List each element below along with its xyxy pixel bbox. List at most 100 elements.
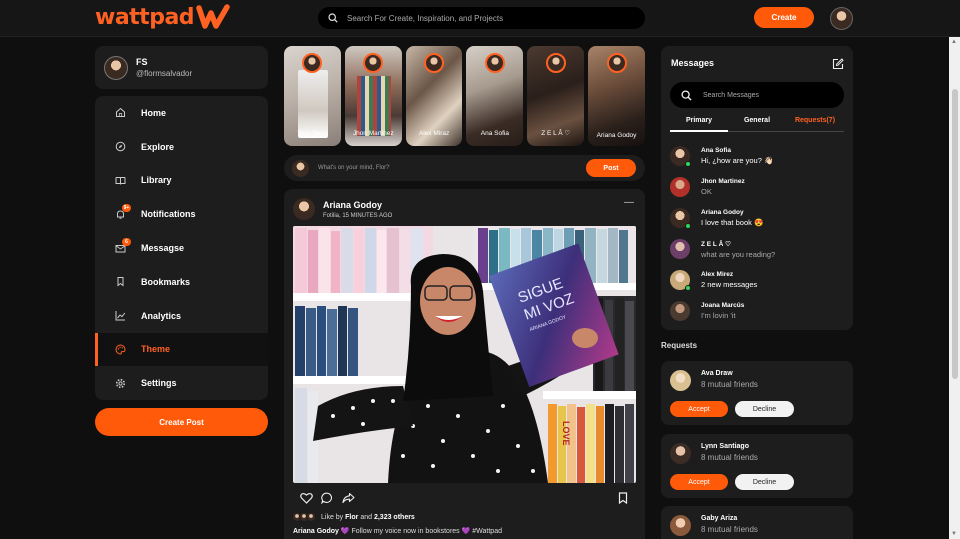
post-button[interactable]: Post — [586, 159, 636, 177]
story-card[interactable]: Ana Sofia — [466, 46, 524, 146]
create-button[interactable]: Create — [754, 7, 814, 28]
wattpad-logo[interactable]: wattpad — [95, 4, 230, 30]
sidebar-item-home[interactable]: Home — [95, 96, 268, 130]
conversation-item[interactable]: Z E L Â ♡ what are you reading? — [670, 235, 844, 263]
conversation-item[interactable]: Alex Mirez 2 new messages — [670, 266, 844, 294]
sidebar-item-settings[interactable]: Settings — [95, 366, 268, 400]
request-card: Ava Draw 8 mutual friends Accept Decline — [661, 361, 853, 425]
conversation-name: Jhon Martinez — [701, 178, 745, 185]
request-card: Lynn Santiago 8 mutual friends Accept De… — [661, 434, 853, 498]
post-author-avatar[interactable] — [293, 198, 315, 220]
conversation-name: Joana Marcûs — [701, 302, 745, 309]
request-avatar[interactable] — [670, 515, 691, 536]
sidebar-nav: Home Explore Library 9+ Notifications 6 … — [95, 96, 268, 400]
conversation-item[interactable]: Ariana Godoy I love that book 😍 — [670, 204, 844, 232]
sidebar-item-library[interactable]: Library — [95, 164, 268, 198]
user-avatar[interactable] — [830, 7, 853, 30]
conversation-name: Ariana Godoy — [701, 209, 744, 216]
conversation-preview: I love that book 😍 — [701, 218, 764, 227]
conversation-item[interactable]: Joana Marcûs I'm lovin 'it — [670, 297, 844, 325]
post-composer[interactable]: What's on your mind, Flor? Post — [284, 155, 645, 181]
post-meta: Fotilia, 15 MINUTES AGO — [323, 212, 393, 219]
decline-button[interactable]: Decline — [735, 401, 794, 417]
search-placeholder: Search For Create, Inspiration, and Proj… — [347, 13, 504, 23]
request-card: Gaby Ariza 8 mutual friends — [661, 506, 853, 539]
accept-button[interactable]: Accept — [670, 401, 728, 417]
story-avatar — [484, 53, 505, 73]
profile-card[interactable]: FS @flormsalvador — [95, 46, 268, 89]
story-avatar — [302, 53, 323, 73]
request-avatar[interactable] — [670, 370, 691, 391]
accept-button[interactable]: Accept — [670, 474, 728, 490]
sidebar-item-label: Analytics — [141, 310, 182, 321]
request-avatar[interactable] — [670, 443, 691, 464]
sidebar-item-theme[interactable]: Theme — [95, 332, 268, 367]
post-author[interactable]: Ariana Godoy — [323, 200, 392, 210]
story-card[interactable]: Ariana Godoy — [588, 46, 645, 146]
sidebar-item-label: Settings — [141, 378, 177, 389]
messages-panel: Messages Search Messages Primary General… — [661, 46, 853, 330]
post-image[interactable]: LOVE SIGUE MI VOZ ARIANA GODOY — [293, 226, 636, 483]
messages-search-input[interactable]: Search Messages — [670, 82, 844, 108]
story-label: Your Story — [297, 129, 328, 137]
sidebar-item-bookmarks[interactable]: Bookmarks — [95, 265, 268, 299]
request-name[interactable]: Lynn Santiago — [701, 443, 749, 450]
sidebar-item-analytics[interactable]: Analytics — [95, 299, 268, 333]
conversation-preview: 2 new messages — [701, 280, 758, 289]
conversation-preview: what are you reading? — [701, 249, 776, 259]
share-icon[interactable] — [341, 491, 355, 505]
sidebar-item-label: Bookmarks — [141, 276, 191, 287]
conversation-avatar — [670, 146, 691, 167]
page-scrollbar[interactable]: ▲ ▼ — [949, 37, 960, 539]
profile-name: FS — [136, 57, 148, 67]
likes-user[interactable]: Flor — [345, 514, 358, 521]
liker-avatar — [306, 512, 316, 522]
story-card[interactable]: Z E L Â ♡ — [527, 46, 585, 146]
story-label: Z E L Â ♡ — [541, 129, 571, 137]
mutual-friends: 8 mutual friends — [701, 525, 758, 534]
composer-avatar — [292, 159, 309, 177]
sidebar-item-messages[interactable]: 6 Messagse — [95, 231, 268, 265]
post-photo-illustration: LOVE SIGUE MI VOZ ARIANA GODOY — [293, 226, 636, 483]
story-avatar — [545, 53, 566, 73]
like-heart-icon[interactable] — [299, 491, 313, 505]
online-indicator — [685, 285, 691, 291]
caption-author[interactable]: Ariana Godoy — [293, 528, 339, 535]
post-menu-icon[interactable]: — — [624, 197, 634, 208]
likes-and: and — [360, 513, 373, 521]
likes-summary[interactable]: Like by Flor and 2,323 others — [292, 512, 415, 522]
sidebar-item-notifications[interactable]: 9+ Notifications — [95, 197, 268, 231]
post-header: Ariana Godoy Fotilia, 15 MINUTES AGO — [293, 198, 392, 220]
tab-general[interactable]: General — [728, 114, 786, 131]
request-name[interactable]: Ava Draw — [701, 370, 733, 377]
scroll-down-icon[interactable]: ▼ — [951, 531, 957, 537]
compose-message-icon[interactable] — [832, 57, 844, 70]
conversation-avatar — [670, 177, 690, 197]
search-input[interactable]: Search For Create, Inspiration, and Proj… — [318, 7, 645, 29]
create-post-button[interactable]: Create Post — [95, 408, 268, 436]
sidebar-item-label: Library — [141, 175, 172, 186]
likes-count[interactable]: 2,323 others — [374, 514, 415, 521]
story-card[interactable]: Your Story — [284, 46, 341, 146]
book-spine-text: LOVE — [561, 421, 571, 446]
compass-icon — [115, 141, 126, 152]
tab-primary[interactable]: Primary — [670, 114, 728, 132]
profile-handle: @flormsalvador — [136, 69, 193, 78]
scrollbar-thumb[interactable] — [952, 89, 958, 379]
conversation-name: Ana Sofia — [701, 147, 731, 154]
book-cover-image — [298, 70, 328, 138]
conversation-item[interactable]: Ana Sofia Hi, ¿how are you? 👋🏻 — [670, 142, 844, 170]
wattpad-w-icon — [196, 4, 230, 29]
bookmark-icon — [115, 276, 126, 287]
chart-icon — [115, 310, 126, 321]
comment-icon[interactable] — [320, 491, 334, 505]
bookmark-icon[interactable] — [616, 491, 630, 505]
tab-requests[interactable]: Requests(7) — [786, 114, 844, 131]
conversation-item[interactable]: Jhon Martinez OK — [670, 173, 844, 201]
sidebar-item-explore[interactable]: Explore — [95, 130, 268, 164]
story-card[interactable]: Alex Miraz — [405, 46, 463, 146]
decline-button[interactable]: Decline — [735, 474, 794, 490]
scroll-up-icon[interactable]: ▲ — [951, 39, 957, 45]
request-name[interactable]: Gaby Ariza — [701, 515, 737, 522]
story-card[interactable]: Jhon Martinez — [344, 46, 402, 146]
